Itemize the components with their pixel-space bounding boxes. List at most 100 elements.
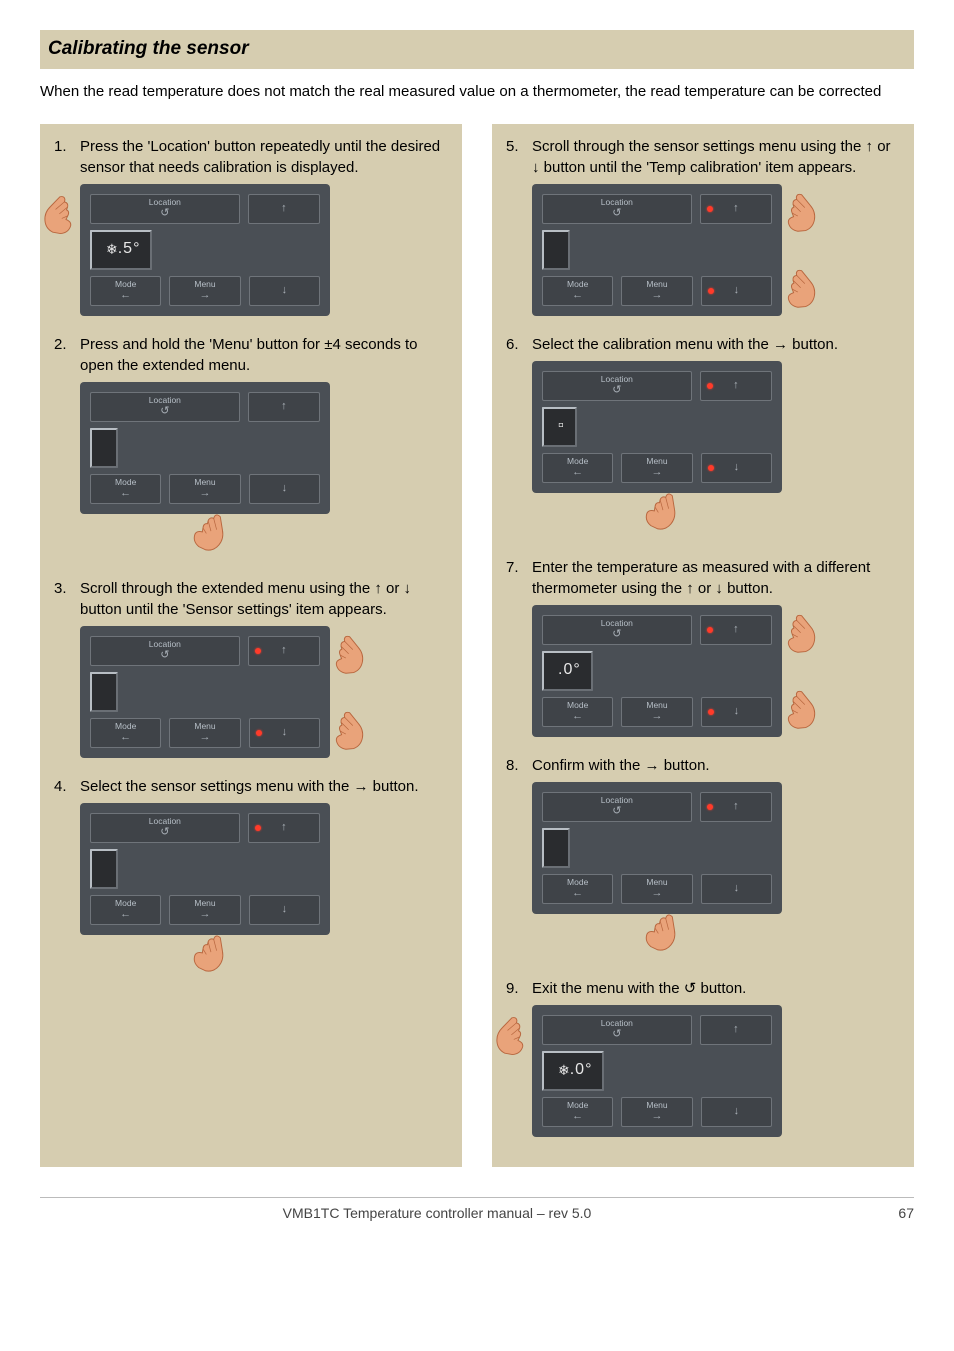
mode-button[interactable]: Mode ← [542,697,613,727]
arrow-up-icon: ↑ [281,645,287,656]
arrow-left-icon: ← [572,467,583,478]
down-button[interactable]: ↓ [701,874,772,904]
arrow-up-icon: ↑ [733,1024,739,1035]
arrow-right-icon: → [651,1111,662,1122]
controller-panel-illustration: Location ↺ ↑ Mode ← Menu [532,184,782,316]
back-icon: ↺ [160,208,169,219]
display-value: .5° [118,238,141,260]
arrow-up-icon: ↑ [733,380,739,391]
mode-button[interactable]: Mode ← [542,276,613,306]
menu-button[interactable]: Menu → [621,874,692,904]
arrow-up-icon: ↑ [733,624,739,635]
menu-button[interactable]: Menu → [169,718,240,748]
step-number: 4. [54,776,80,797]
back-icon: ↺ [160,650,169,661]
arrow-down-icon: ↓ [734,462,740,473]
controller-panel-illustration: Location ↺ ↑ Mode ← Menu [532,782,782,914]
down-button[interactable]: ↓ [249,474,320,504]
down-button[interactable]: ↓ [249,276,320,306]
step-text: Select the calibration menu with the → b… [532,334,900,355]
up-button[interactable]: ↑ [700,194,772,224]
arrow-up-icon: ↑ [281,203,287,214]
up-button[interactable]: ↑ [248,636,320,666]
instruction-step: 2. Press and hold the 'Menu' button for … [54,334,448,560]
arrow-up-icon: ↑ [733,203,739,214]
controller-panel: Location ↺ ↑ Mode ← Menu [532,782,782,914]
menu-button[interactable]: Menu → [169,474,240,504]
back-icon: ↺ [612,1029,621,1040]
location-button[interactable]: Location ↺ [90,813,240,843]
step-number: 9. [506,978,532,999]
arrow-right-icon: → [651,467,662,478]
location-button[interactable]: Location ↺ [542,792,692,822]
up-button[interactable]: ↑ [700,615,772,645]
down-button[interactable]: ↓ [701,453,772,483]
controller-panel-illustration: Location ↺ ↑ .0° Mode ← Menu [532,605,782,737]
mode-button[interactable]: Mode ← [542,1097,613,1127]
menu-button[interactable]: Menu → [621,453,692,483]
lcd-display: ▫ [542,407,577,447]
display-value: .0° [558,659,581,681]
heading-text: Calibrating the sensor [48,36,906,63]
step-number: 6. [506,334,532,355]
menu-button[interactable]: Menu → [621,1097,692,1127]
arrow-left-icon: ← [120,732,131,743]
lcd-display [542,230,570,270]
arrow-up-icon: ↑ [281,401,287,412]
back-icon: ↺ [612,385,621,396]
controller-panel: Location ↺ ↑ .0° Mode ← Menu [532,605,782,737]
display-value: .0° [570,1059,593,1081]
right-column: 5. Scroll through the sensor settings me… [492,124,914,1167]
location-button[interactable]: Location ↺ [542,371,692,401]
up-button[interactable]: ↑ [700,1015,772,1045]
arrow-up-icon: ↑ [281,822,287,833]
back-icon: ↺ [160,827,169,838]
location-button[interactable]: Location ↺ [90,194,240,224]
location-button[interactable]: Location ↺ [90,392,240,422]
up-button[interactable]: ↑ [700,792,772,822]
step-text: Select the sensor settings menu with the… [80,776,448,797]
down-button[interactable]: ↓ [701,697,772,727]
arrow-down-icon: ↓ [282,727,288,738]
mode-button[interactable]: Mode ← [90,718,161,748]
arrow-down-icon: ↓ [734,883,740,894]
arrow-down-icon: ↓ [734,1106,740,1117]
mode-button[interactable]: Mode ← [542,453,613,483]
location-button[interactable]: Location ↺ [542,1015,692,1045]
location-button[interactable]: Location ↺ [542,615,692,645]
mode-button[interactable]: Mode ← [542,874,613,904]
location-button[interactable]: Location ↺ [542,194,692,224]
up-button[interactable]: ↑ [248,194,320,224]
step-text: Confirm with the → button. [532,755,900,776]
down-button[interactable]: ↓ [701,276,772,306]
down-button[interactable]: ↓ [249,895,320,925]
arrow-right-icon: → [199,909,210,920]
controller-panel: Location ↺ ↑ Mode ← Menu [80,626,330,758]
controller-panel: Location ↺ ↑ Mode ← Menu [80,803,330,935]
controller-panel-illustration: Location ↺ ↑ Mode ← Menu [80,382,330,514]
mode-button[interactable]: Mode ← [90,895,161,925]
step-number: 2. [54,334,80,355]
arrow-left-icon: ← [120,909,131,920]
up-button[interactable]: ↑ [248,813,320,843]
menu-button[interactable]: Menu → [169,895,240,925]
instruction-step: 8. Confirm with the → button. Location ↺… [506,755,900,960]
section-heading: Calibrating the sensor [40,30,914,69]
down-button[interactable]: ↓ [701,1097,772,1127]
arrow-left-icon: ← [572,888,583,899]
menu-button[interactable]: Menu → [621,276,692,306]
down-button[interactable]: ↓ [249,718,320,748]
menu-button[interactable]: Menu → [169,276,240,306]
up-button[interactable]: ↑ [248,392,320,422]
menu-button[interactable]: Menu → [621,697,692,727]
mode-button[interactable]: Mode ← [90,276,161,306]
arrow-left-icon: ← [120,488,131,499]
up-button[interactable]: ↑ [700,371,772,401]
mode-button[interactable]: Mode ← [90,474,161,504]
location-button[interactable]: Location ↺ [90,636,240,666]
instruction-step: 6. Select the calibration menu with the … [506,334,900,539]
lcd-display [90,672,118,712]
lcd-display [90,849,118,889]
lcd-display: ❄ .5° [90,230,152,270]
arrow-down-icon: ↓ [734,285,740,296]
